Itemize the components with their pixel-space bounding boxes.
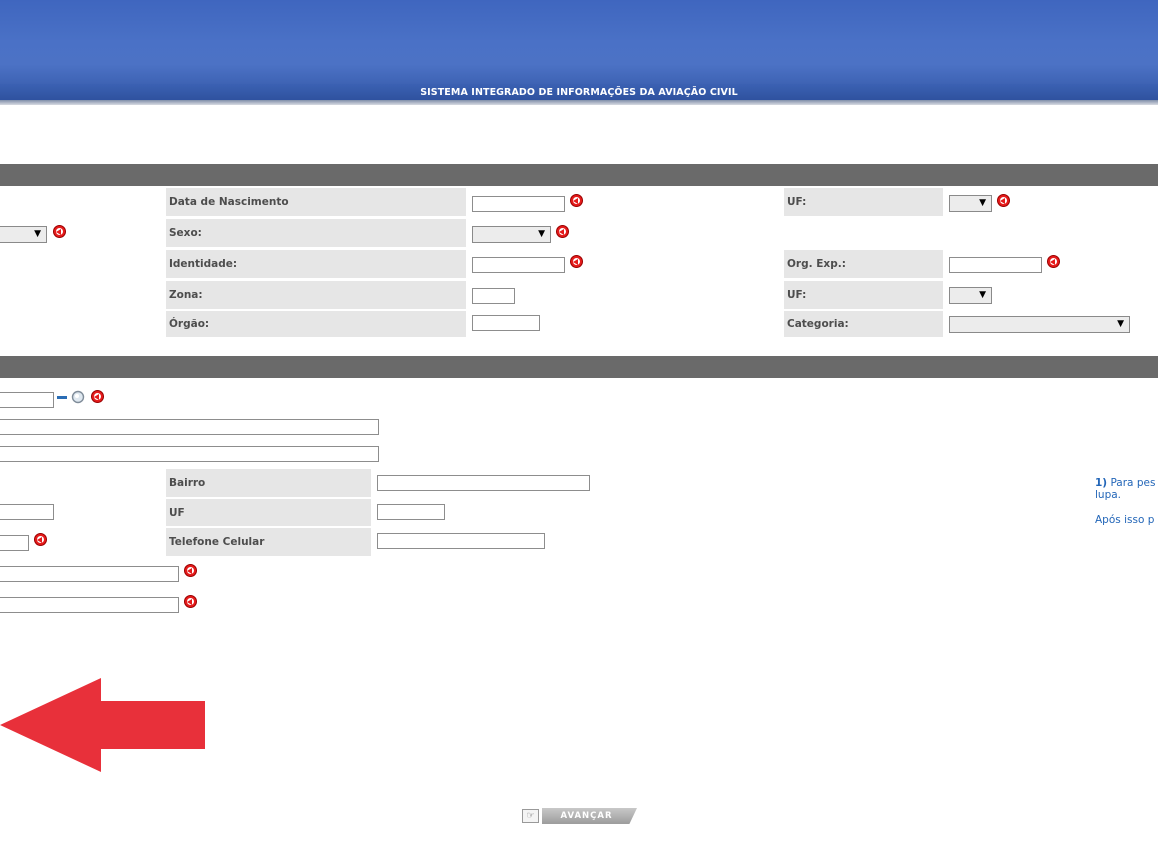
required-marker-icon <box>34 533 47 546</box>
chevron-down-icon: ▼ <box>979 290 986 300</box>
address-uf-label: UF <box>166 499 371 526</box>
required-marker-icon <box>570 194 583 207</box>
chevron-down-icon: ▼ <box>538 229 545 239</box>
required-marker-icon <box>570 255 583 268</box>
chevron-down-icon: ▼ <box>979 198 986 208</box>
required-marker-icon <box>184 595 197 608</box>
uf2-select[interactable]: ▼ <box>949 287 992 304</box>
required-marker-icon <box>556 225 569 238</box>
red-arrow-annotation-icon <box>0 678 205 772</box>
street-field[interactable] <box>0 419 379 435</box>
identity-field[interactable] <box>472 257 565 273</box>
truncated-select[interactable]: ▼ <box>0 226 47 243</box>
required-marker-icon <box>1047 255 1060 268</box>
header-shadow <box>0 100 1158 105</box>
email-field[interactable] <box>0 566 179 582</box>
ddd-field[interactable] <box>0 535 29 551</box>
required-marker-icon <box>184 564 197 577</box>
category-label: Categoria: <box>784 311 943 337</box>
uf2-label: UF: <box>784 281 943 309</box>
organ-label: Órgão: <box>166 311 466 337</box>
cep-field[interactable] <box>0 392 54 408</box>
zone-field[interactable] <box>472 288 515 304</box>
mobile-label: Telefone Celular <box>166 528 371 556</box>
hint-line-3: Após isso p <box>1095 514 1155 526</box>
birth-date-field[interactable] <box>472 196 565 212</box>
required-marker-icon <box>997 194 1010 207</box>
required-marker-icon <box>53 225 66 238</box>
sex-label: Sexo: <box>166 219 466 247</box>
address-section-bar <box>0 356 1158 378</box>
hint-line-2: lupa. <box>1095 489 1122 501</box>
uf-label: UF: <box>784 188 943 216</box>
zone-label: Zona: <box>166 281 466 309</box>
org-exp-label: Org. Exp.: <box>784 250 943 278</box>
magnifier-icon[interactable] <box>57 390 87 404</box>
birth-date-label: Data de Nascimento <box>166 188 466 216</box>
advance-button[interactable]: AVANÇAR <box>542 808 637 824</box>
address-uf-field[interactable] <box>377 504 445 520</box>
sex-select[interactable]: ▼ <box>472 226 551 243</box>
neighborhood-label: Bairro <box>166 469 371 497</box>
organ-field[interactable] <box>472 315 540 331</box>
uf-select[interactable]: ▼ <box>949 195 992 212</box>
hint-line-1: 1) Para pes <box>1095 477 1156 489</box>
category-select[interactable]: ▼ <box>949 316 1130 333</box>
mobile-field[interactable] <box>377 533 545 549</box>
identity-label: Identidade: <box>166 250 466 278</box>
system-title: SISTEMA INTEGRADO DE INFORMAÇÕES DA AVIA… <box>420 87 738 98</box>
complement-field[interactable] <box>0 446 379 462</box>
neighborhood-field[interactable] <box>377 475 590 491</box>
email-confirm-field[interactable] <box>0 597 179 613</box>
chevron-down-icon: ▼ <box>1117 319 1124 329</box>
hand-pointer-icon: ☞ <box>522 809 539 823</box>
org-exp-field[interactable] <box>949 257 1042 273</box>
chevron-down-icon: ▼ <box>34 229 41 239</box>
required-marker-icon <box>91 390 104 403</box>
city-field[interactable] <box>0 504 54 520</box>
personal-section-bar <box>0 164 1158 186</box>
